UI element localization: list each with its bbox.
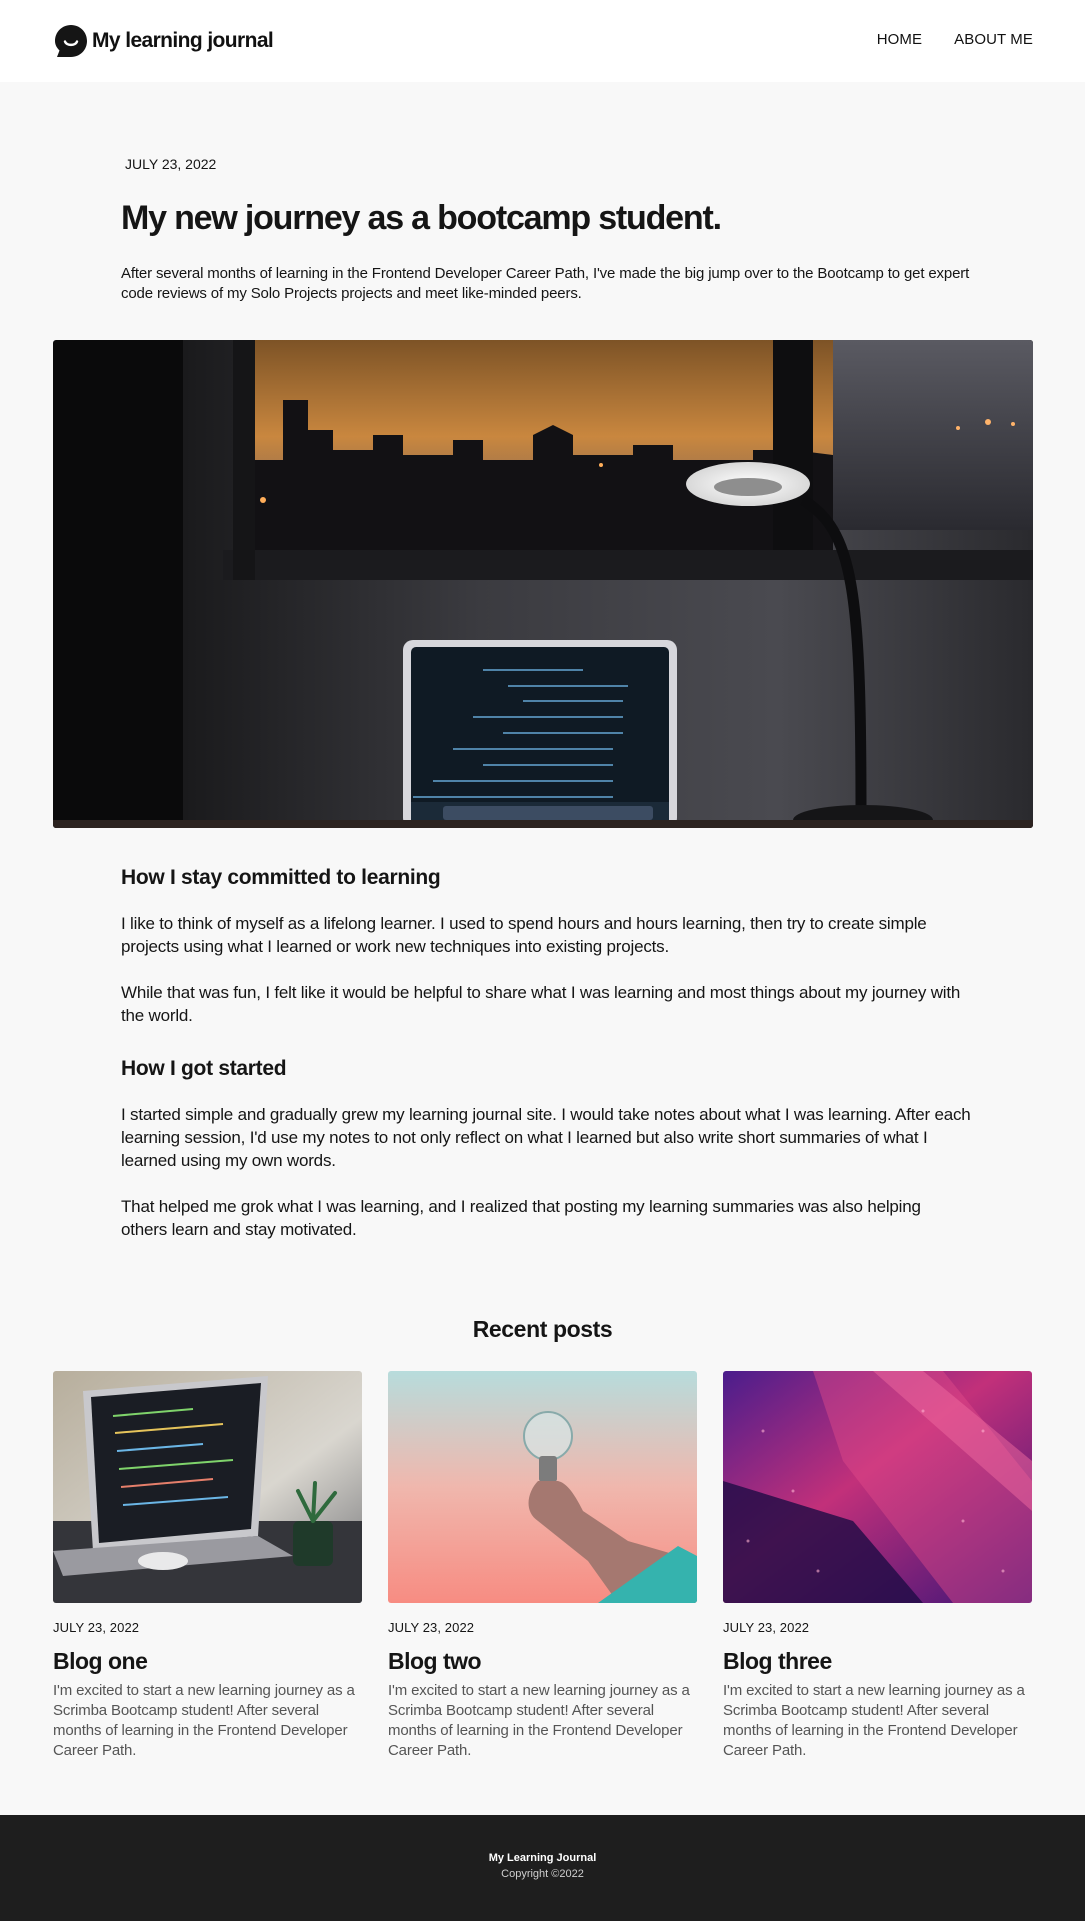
section-paragraph: I started simple and gradually grew my l… xyxy=(121,1105,971,1170)
post-excerpt: I'm excited to start a new learning jour… xyxy=(53,1682,355,1759)
section-paragraph: That helped me grok what I was learning,… xyxy=(121,1197,921,1239)
section-heading: How I got started xyxy=(121,1057,287,1080)
post-date: JULY 23, 2022 xyxy=(723,1620,810,1635)
post-date: JULY 23, 2022 xyxy=(388,1620,475,1635)
post-card[interactable]: JULY 23, 2022 Blog three I'm excited to … xyxy=(723,1371,1032,1761)
post-card[interactable]: JULY 23, 2022 Blog two I'm excited to st… xyxy=(388,1371,697,1761)
section-paragraph: I like to think of myself as a lifelong … xyxy=(121,914,927,956)
article-body: How I stay committed to learning I like … xyxy=(121,864,971,1264)
post-card[interactable]: JULY 23, 2022 Blog one I'm excited to st… xyxy=(53,1371,362,1761)
nav-about-link[interactable]: ABOUT ME xyxy=(954,31,1033,48)
desk-laptop-lamp-sunset-photo xyxy=(53,340,1033,828)
site-header: My learning journal HOME ABOUT ME xyxy=(0,0,1085,82)
post-date: JULY 23, 2022 xyxy=(53,1620,140,1635)
hero-description: After several months of learning in the … xyxy=(121,265,970,302)
post-title[interactable]: Blog one xyxy=(53,1648,362,1675)
recent-posts-list: JULY 23, 2022 Blog one I'm excited to st… xyxy=(53,1371,1033,1761)
footer-copyright: Copyright ©2022 xyxy=(501,1868,584,1880)
hand-holding-lightbulb-photo xyxy=(388,1371,697,1603)
post-excerpt: I'm excited to start a new learning jour… xyxy=(723,1682,1025,1759)
nav-home-link[interactable]: HOME xyxy=(877,31,922,48)
hero-image xyxy=(53,340,1033,828)
section-paragraph: While that was fun, I felt like it would… xyxy=(121,983,961,1025)
post-title[interactable]: Blog two xyxy=(388,1648,697,1675)
post-thumbnail[interactable] xyxy=(388,1371,697,1603)
recent-posts-title: Recent posts xyxy=(472,1316,613,1342)
post-title[interactable]: Blog three xyxy=(723,1648,1032,1675)
post-excerpt: I'm excited to start a new learning jour… xyxy=(388,1682,690,1759)
purple-abstract-light-photo xyxy=(723,1371,1032,1603)
brand-link[interactable]: My learning journal xyxy=(53,23,274,59)
site-title: My learning journal xyxy=(92,29,274,52)
laptop-code-plant-photo xyxy=(53,1371,362,1603)
section-heading: How I stay committed to learning xyxy=(121,866,441,889)
footer-title: My Learning Journal xyxy=(488,1852,597,1864)
post-thumbnail[interactable] xyxy=(723,1371,1032,1603)
chat-bubble-smile-icon xyxy=(55,25,87,57)
hero-title: My new journey as a bootcamp student. xyxy=(121,199,722,237)
hero-date: JULY 23, 2022 xyxy=(125,156,217,172)
main-nav: HOME ABOUT ME xyxy=(877,31,1033,48)
post-thumbnail[interactable] xyxy=(53,1371,362,1603)
site-footer: My Learning Journal Copyright ©2022 xyxy=(0,1815,1085,1921)
